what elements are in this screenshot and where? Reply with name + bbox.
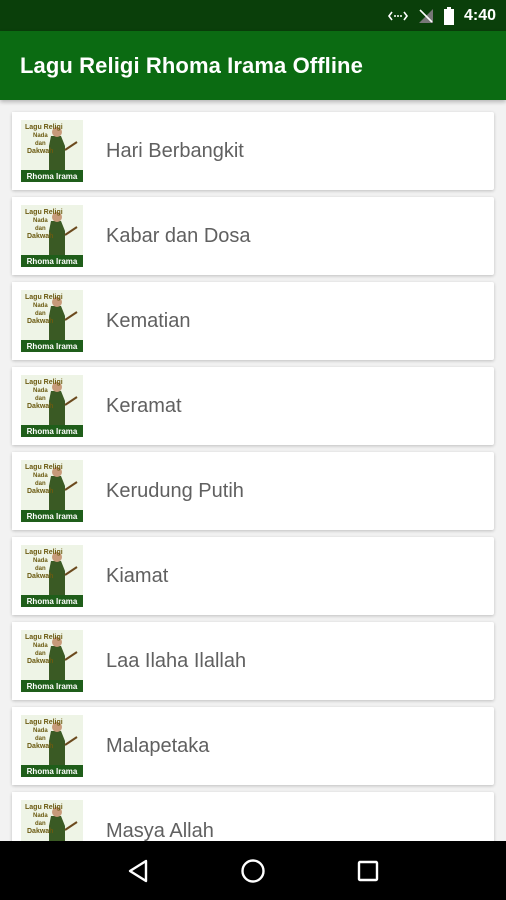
thumbnail-title-line: Lagu Religi: [25, 464, 63, 471]
thumbnail-title-line: dan: [35, 481, 46, 487]
thumbnail-title-line: Nada: [33, 558, 48, 564]
thumbnail-title-line: Lagu Religi: [25, 804, 63, 811]
song-list: Lagu Religi Nada dan Dakwah Rhoma Irama Hari …: [0, 100, 506, 841]
song-title: Hari Berbangkit: [106, 139, 244, 162]
song-list-item[interactable]: Lagu Religi Nada dan Dakwah Rhoma Irama Keram…: [12, 367, 494, 445]
thumbnail-title-line: Nada: [33, 643, 48, 649]
thumbnail-title-line: Lagu Religi: [25, 209, 63, 216]
thumbnail-title-line: dan: [35, 821, 46, 827]
thumbnail-title-line: Dakwah: [27, 318, 53, 325]
status-bar: 4:40: [0, 0, 506, 31]
thumbnail-title-line: Lagu Religi: [25, 719, 63, 726]
album-thumbnail: Lagu Religi Nada danDakwah Rhoma Irama: [12, 452, 92, 530]
song-list-item[interactable]: Lagu Religi Nada dan Dakwah Rhoma Irama Kabar…: [12, 197, 494, 275]
thumbnail-title-line: Dakwah: [27, 743, 53, 750]
thumbnail-title-line: Dakwah: [27, 828, 53, 835]
home-button[interactable]: [233, 851, 273, 891]
thumbnail-title-line: dan: [35, 226, 46, 232]
recents-button[interactable]: [348, 851, 388, 891]
song-list-item[interactable]: Lagu Religi Nada dan Dakwah Rhoma Irama Laa I…: [12, 622, 494, 700]
thumbnail-title-line: Dakwah: [27, 148, 53, 155]
thumbnail-title-line: Lagu Religi: [25, 294, 63, 301]
thumbnail-title-line: Nada: [33, 388, 48, 394]
album-thumbnail: Lagu Religi Nada danDakwah Rhoma Irama: [12, 537, 92, 615]
thumbnail-title-line: Nada: [33, 813, 48, 819]
album-thumbnail: Lagu Religi Nada danDakwah Rhoma Irama: [12, 282, 92, 360]
thumbnail-title-line: dan: [35, 311, 46, 317]
thumbnail-title-line: Nada: [33, 218, 48, 224]
song-list-item[interactable]: Lagu Religi Nada dan Dakwah Rhoma Irama Malap…: [12, 707, 494, 785]
thumbnail-title-line: dan: [35, 141, 46, 147]
thumbnail-title-line: Dakwah: [27, 403, 53, 410]
page-title: Lagu Religi Rhoma Irama Offline: [20, 52, 363, 78]
app-bar: Lagu Religi Rhoma Irama Offline: [0, 31, 506, 100]
thumbnail-title-line: Lagu Religi: [25, 634, 63, 641]
thumbnail-title-line: Nada: [33, 728, 48, 734]
song-list-item[interactable]: Lagu Religi Nada dan Dakwah Rhoma Irama Hari …: [12, 112, 494, 190]
thumbnail-banner: Rhoma Irama: [27, 682, 78, 691]
status-time: 4:40: [463, 6, 496, 24]
song-title: Masya Allah: [106, 819, 214, 842]
thumbnail-banner: Rhoma Irama: [27, 597, 78, 606]
thumbnail-banner: Rhoma Irama: [27, 172, 78, 181]
song-title: Kerudung Putih: [106, 479, 244, 502]
thumbnail-title-line: Dakwah: [27, 488, 53, 495]
back-icon: [128, 859, 147, 882]
battery-icon: [443, 6, 454, 25]
song-title: Keramat: [106, 394, 182, 417]
thumbnail-title-line: Dakwah: [27, 658, 53, 665]
song-title: Kabar dan Dosa: [106, 224, 251, 247]
thumbnail-banner: Rhoma Irama: [27, 767, 78, 776]
song-list-item[interactable]: Lagu Religi Nada dan Dakwah Rhoma Irama Kiama…: [12, 537, 494, 615]
navigation-bar: [0, 841, 506, 900]
album-thumbnail: Lagu Religi Nada danDakwah Rhoma Irama: [12, 112, 92, 190]
data-sync-icon: [387, 9, 408, 23]
album-thumbnail: Lagu Religi Nada danDakwah Rhoma Irama: [12, 197, 92, 275]
album-thumbnail: Lagu Religi Nada danDakwah Rhoma Irama: [12, 707, 92, 785]
thumbnail-banner: Rhoma Irama: [27, 427, 78, 436]
thumbnail-title-line: Lagu Religi: [25, 549, 63, 556]
thumbnail-title-line: dan: [35, 736, 46, 742]
thumbnail-title-line: dan: [35, 651, 46, 657]
song-title: Kematian: [106, 309, 191, 332]
album-thumbnail: Lagu Religi Nada danDakwah Rhoma Irama: [12, 622, 92, 700]
song-list-item[interactable]: Lagu Religi Nada dan Dakwah Rhoma Irama Kerud…: [12, 452, 494, 530]
no-signal-icon: [418, 8, 434, 24]
thumbnail-banner: Rhoma Irama: [27, 257, 78, 266]
song-list-item[interactable]: Lagu ReligiNadadanDakwahRhoma IramaMasya…: [12, 792, 494, 841]
back-button[interactable]: [118, 851, 158, 891]
song-title: Malapetaka: [106, 734, 210, 757]
thumbnail-title-line: Nada: [33, 303, 48, 309]
recents-icon: [358, 860, 379, 881]
album-thumbnail: Lagu ReligiNadadanDakwahRhoma Irama: [12, 792, 92, 841]
song-title: Kiamat: [106, 564, 169, 587]
thumbnail-title-line: dan: [35, 396, 46, 402]
album-thumbnail: Lagu Religi Nada danDakwah Rhoma Irama: [12, 367, 92, 445]
home-icon: [241, 858, 265, 883]
song-title: Laa Ilaha Ilallah: [106, 649, 247, 672]
thumbnail-title-line: Lagu Religi: [25, 124, 63, 131]
song-list-item[interactable]: Lagu Religi Nada dan Dakwah Rhoma Irama Kemat…: [12, 282, 494, 360]
thumbnail-title-line: Dakwah: [27, 573, 53, 580]
thumbnail-title-line: Lagu Religi: [25, 379, 63, 386]
thumbnail-banner: Rhoma Irama: [27, 342, 78, 351]
thumbnail-title-line: dan: [35, 566, 46, 572]
thumbnail-title-line: Nada: [33, 133, 48, 139]
thumbnail-banner: Rhoma Irama: [27, 512, 78, 521]
thumbnail-title-line: Dakwah: [27, 233, 53, 240]
thumbnail-title-line: Nada: [33, 473, 48, 479]
